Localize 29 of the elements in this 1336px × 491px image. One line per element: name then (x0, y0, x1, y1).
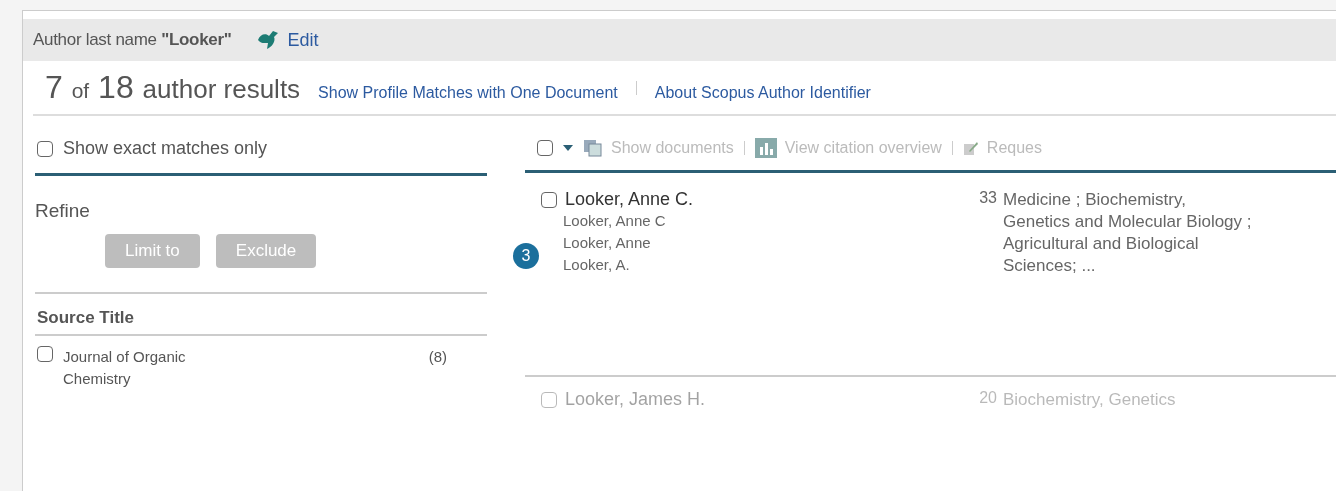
facet-count: (8) (428, 347, 447, 367)
info-link[interactable]: About Scopus Author Identifier (654, 84, 871, 102)
results-count: 7 of 18 author results (45, 69, 301, 106)
name-variant: Looker, Anne C (562, 211, 667, 231)
facet-heading: Source Title (35, 294, 487, 336)
callout-number: 3 (513, 243, 539, 269)
subject-areas: Biochemistry, Genetics (997, 389, 1253, 411)
bar-chart-icon (754, 138, 777, 158)
author-name[interactable]: Looker, James H. (565, 389, 706, 410)
pencil-icon (962, 140, 979, 156)
checkbox[interactable] (537, 140, 553, 156)
info-link[interactable]: Show Profile Matches with One Document (318, 84, 618, 102)
name-variant: Looker, A. (562, 255, 631, 275)
document-count: 20 (978, 389, 997, 408)
edit-link[interactable]: Edit (255, 29, 319, 51)
document-count: 33 (978, 189, 997, 208)
author-name[interactable]: Looker, Anne C. (565, 189, 694, 210)
name-variant: Looker, Anne (562, 233, 652, 253)
subject-areas: Medicine ; Biochemistry, Genetics and Molecular Biology ; Agricultural and Biological Sciences; ... (997, 189, 1253, 375)
checkbox[interactable] (37, 346, 53, 362)
checkbox-label: Show exact matches only (63, 138, 268, 159)
caret-icon[interactable] (563, 145, 573, 151)
documents-icon (583, 139, 603, 157)
bird-icon (255, 30, 280, 50)
checkbox[interactable] (541, 191, 557, 208)
search-query: Author last name "Looker" (33, 30, 232, 50)
facet-label: Journal of Organic Chemistry (63, 347, 187, 389)
checkbox[interactable] (37, 140, 53, 157)
refine-heading: Refine (35, 199, 91, 223)
